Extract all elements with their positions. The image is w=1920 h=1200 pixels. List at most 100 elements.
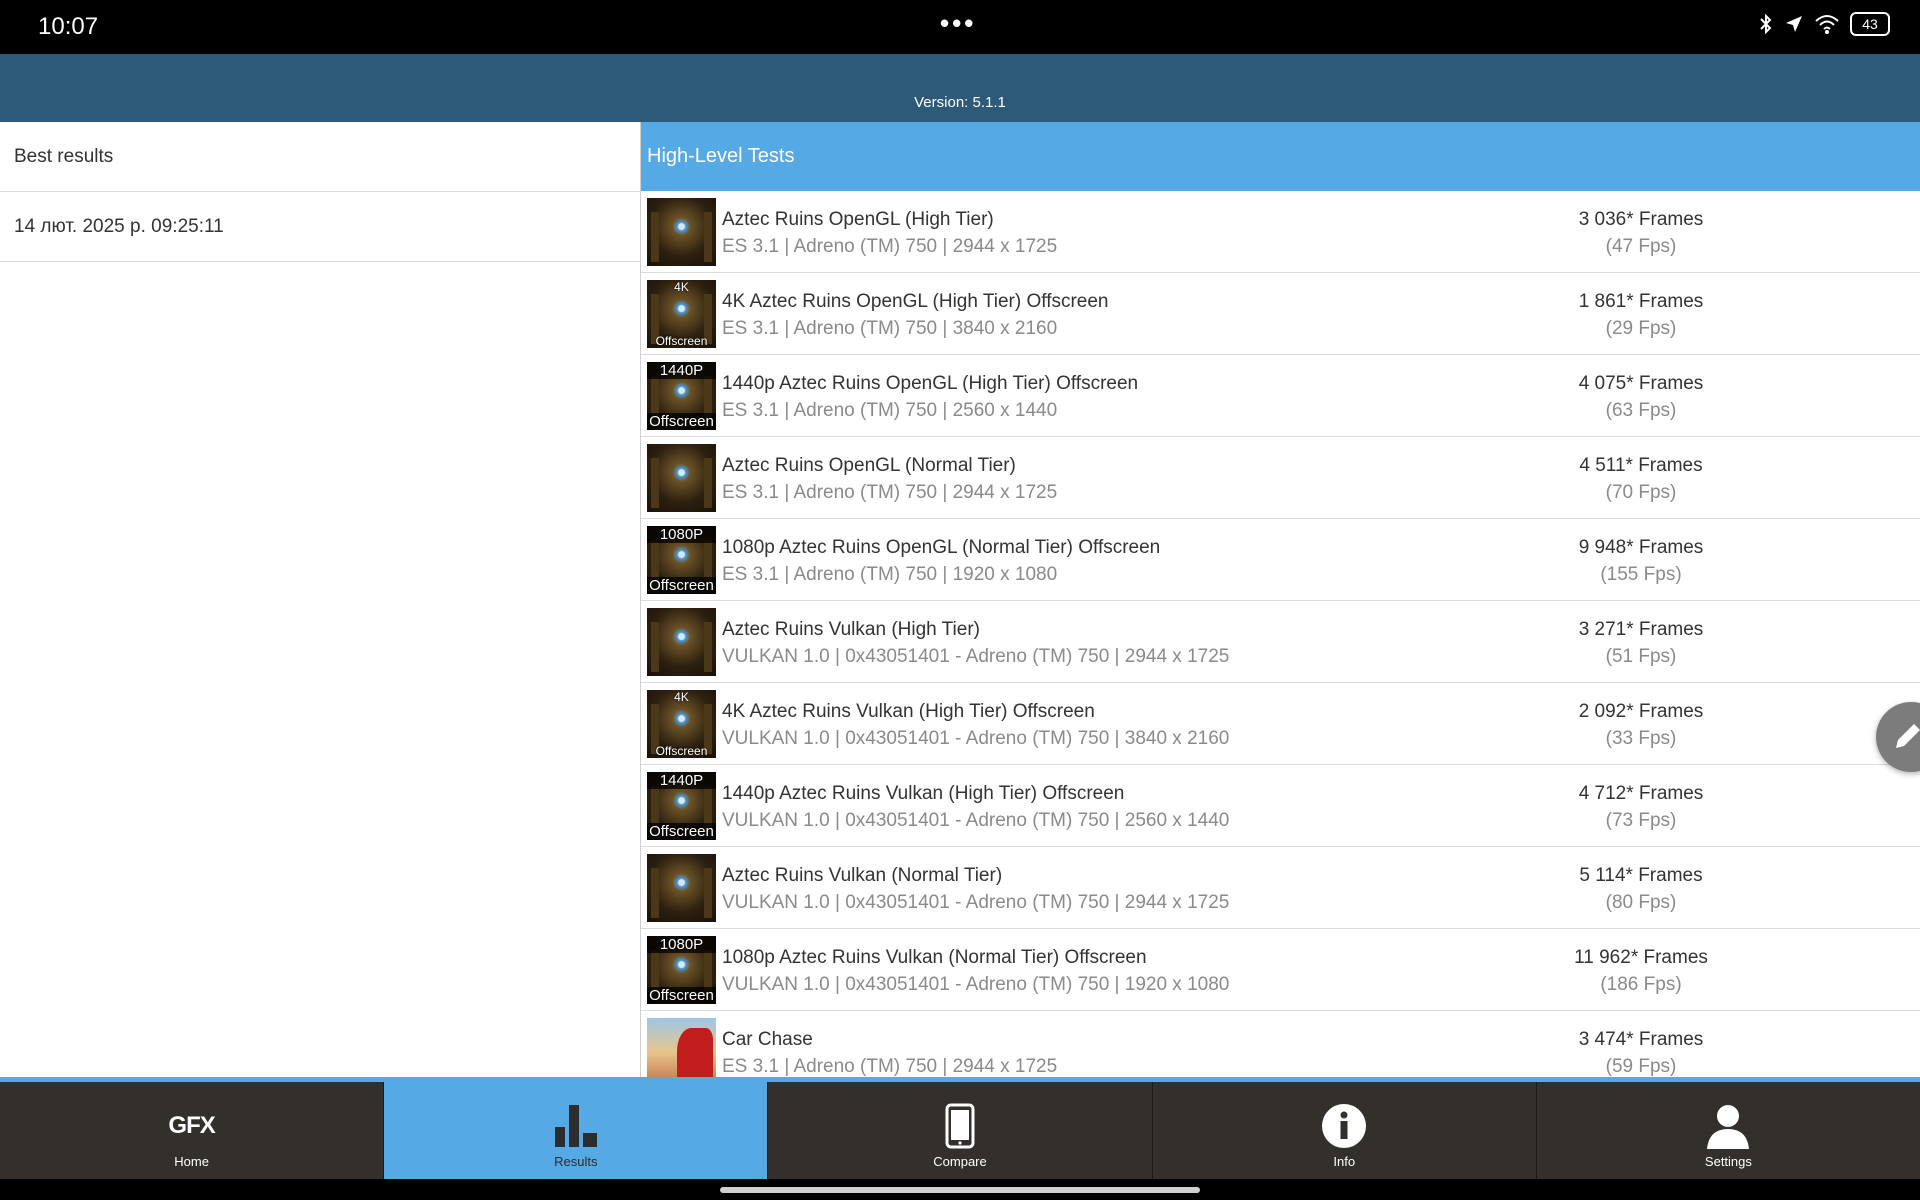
test-name: Aztec Ruins Vulkan (Normal Tier) — [722, 865, 1003, 886]
test-name: 1080p Aztec Ruins OpenGL (Normal Tier) O… — [722, 537, 1161, 558]
nav-home-label: Home — [174, 1154, 209, 1169]
test-name: 1440p Aztec Ruins OpenGL (High Tier) Off… — [722, 373, 1139, 394]
result-row[interactable]: 1440P Offscreen 1440p Aztec Ruins OpenGL (… — [641, 355, 1920, 437]
test-details: VULKAN 1.0 | 0x43051401 - Adreno (TM) 75… — [722, 974, 1230, 995]
test-fps: (155 Fps) — [1600, 564, 1682, 585]
home-indicator[interactable] — [720, 1187, 1200, 1193]
test-name: 4K Aztec Ruins Vulkan (High Tier) Offscr… — [722, 701, 1095, 722]
thumbnail-offscreen-tag: Offscreen — [647, 577, 716, 594]
test-details: VULKAN 1.0 | 0x43051401 - Adreno (TM) 75… — [722, 646, 1230, 667]
nav-settings-label: Settings — [1704, 1154, 1752, 1169]
test-fps: (73 Fps) — [1605, 810, 1677, 831]
test-fps: (70 Fps) — [1605, 482, 1677, 503]
result-row[interactable]: 4K Offscreen 4K Aztec Ruins OpenGL (High T… — [641, 273, 1920, 355]
bar-chart-icon — [554, 1105, 597, 1147]
person-icon — [1707, 1105, 1750, 1149]
nav-home[interactable]: GFX Home — [0, 1082, 385, 1179]
test-frames: 4 712* Frames — [1578, 783, 1704, 804]
test-details: VULKAN 1.0 | 0x43051401 - Adreno (TM) 75… — [722, 892, 1230, 913]
bottom-nav: GFX Home Results Compare Info Settings — [0, 1082, 1920, 1179]
test-fps: (47 Fps) — [1605, 236, 1677, 257]
status-icons: 43 — [1758, 12, 1890, 36]
wifi-icon — [1815, 15, 1839, 34]
test-fps: (63 Fps) — [1605, 400, 1677, 421]
nav-results[interactable]: Results — [384, 1082, 769, 1179]
test-details: ES 3.1 | Adreno (TM) 750 | 2944 x 1725 — [722, 236, 1058, 257]
result-row[interactable]: Aztec Ruins OpenGL (Normal Tier) ES 3.1 |… — [641, 437, 1920, 519]
result-row[interactable]: 1440P Offscreen 1440p Aztec Ruins Vulkan (… — [641, 765, 1920, 847]
test-name: 4K Aztec Ruins OpenGL (High Tier) Offscr… — [722, 291, 1109, 312]
thumbnail-resolution-tag: 1080P — [647, 936, 716, 953]
section-header: High-Level Tests — [641, 122, 1920, 191]
thumbnail-resolution-tag: 1440P — [647, 362, 716, 379]
test-name: Aztec Ruins Vulkan (High Tier) — [722, 619, 981, 640]
phone-icon — [945, 1103, 975, 1149]
test-fps: (80 Fps) — [1605, 892, 1677, 913]
result-date-item[interactable]: 14 лют. 2025 р. 09:25:11 — [0, 192, 640, 262]
thumbnail-offscreen-tag: Offscreen — [647, 413, 716, 430]
test-details: VULKAN 1.0 | 0x43051401 - Adreno (TM) 75… — [722, 728, 1230, 749]
multitask-dots[interactable]: ••• — [940, 8, 976, 39]
result-row[interactable]: Aztec Ruins OpenGL (High Tier) ES 3.1 | A… — [641, 191, 1920, 273]
status-bar: 10:07 ••• 43 — [0, 0, 1920, 54]
test-fps: (186 Fps) — [1600, 974, 1682, 995]
bluetooth-icon — [1760, 13, 1772, 35]
thumbnail-offscreen-tag: Offscreen — [647, 823, 716, 840]
test-frames: 4 075* Frames — [1578, 373, 1704, 394]
test-fps: (59 Fps) — [1605, 1056, 1677, 1077]
thumbnail-resolution-tag: 1440P — [647, 772, 716, 789]
nav-results-label: Results — [554, 1154, 598, 1169]
test-details: ES 3.1 | Adreno (TM) 750 | 2944 x 1725 — [722, 482, 1058, 503]
results-list: Aztec Ruins OpenGL (High Tier) ES 3.1 | A… — [641, 191, 1920, 1077]
test-name: 1440p Aztec Ruins Vulkan (High Tier) Off… — [722, 783, 1125, 804]
test-frames: 3 271* Frames — [1578, 619, 1704, 640]
test-frames: 3 036* Frames — [1578, 209, 1704, 230]
results-panel: High-Level Tests Aztec Ruins OpenGL (Hig… — [641, 122, 1920, 1077]
thumbnail-resolution-tag: 4K — [674, 280, 689, 294]
nav-compare[interactable]: Compare — [768, 1082, 1153, 1179]
test-details: ES 3.1 | Adreno (TM) 750 | 3840 x 2160 — [722, 318, 1058, 339]
test-thumbnail: 1080P Offscreen — [647, 936, 716, 1004]
best-results-item[interactable]: Best results — [0, 122, 640, 192]
test-fps: (29 Fps) — [1605, 318, 1677, 339]
test-thumbnail — [647, 444, 716, 512]
nav-info-label: Info — [1333, 1154, 1356, 1169]
status-time: 10:07 — [38, 13, 99, 40]
location-icon — [1786, 16, 1802, 32]
test-thumbnail: 1440P Offscreen — [647, 362, 716, 430]
info-icon — [1322, 1104, 1367, 1148]
version-label: Version: 5.1.1 — [914, 94, 1006, 111]
result-row[interactable]: 1080P Offscreen 1080p Aztec Ruins Vulkan (… — [641, 929, 1920, 1011]
test-thumbnail: 1080P Offscreen — [647, 526, 716, 594]
result-row[interactable]: Car Chase ES 3.1 | Adreno (TM) 750 | 2944… — [641, 1011, 1920, 1077]
test-thumbnail — [647, 198, 716, 266]
test-details: ES 3.1 | Adreno (TM) 750 | 2560 x 1440 — [722, 400, 1058, 421]
test-frames: 9 948* Frames — [1578, 537, 1704, 558]
thumbnail-offscreen-tag: Offscreen — [655, 744, 708, 758]
left-panel: Best results 14 лют. 2025 р. 09:25:11 — [0, 122, 640, 1077]
result-row[interactable]: Aztec Ruins Vulkan (Normal Tier) VULKAN 1… — [641, 847, 1920, 929]
thumbnail-resolution-tag: 1080P — [647, 526, 716, 543]
nav-compare-label: Compare — [933, 1154, 987, 1169]
test-details: VULKAN 1.0 | 0x43051401 - Adreno (TM) 75… — [722, 810, 1230, 831]
thumbnail-offscreen-tag: Offscreen — [655, 334, 708, 348]
result-row[interactable]: 4K Offscreen 4K Aztec Ruins Vulkan (High T… — [641, 683, 1920, 765]
test-thumbnail — [647, 854, 716, 922]
result-row[interactable]: Aztec Ruins Vulkan (High Tier) VULKAN 1.0… — [641, 601, 1920, 683]
test-thumbnail: 1440P Offscreen — [647, 772, 716, 840]
test-frames: 5 114* Frames — [1579, 865, 1703, 886]
nav-info[interactable]: Info — [1153, 1082, 1537, 1179]
test-thumbnail — [647, 608, 716, 676]
test-details: ES 3.1 | Adreno (TM) 750 | 1920 x 1080 — [722, 564, 1058, 585]
thumbnail-offscreen-tag: Offscreen — [647, 987, 716, 1004]
test-name: Aztec Ruins OpenGL (Normal Tier) — [722, 455, 1016, 476]
test-name: Aztec Ruins OpenGL (High Tier) — [722, 209, 994, 230]
app-header: Version: 5.1.1 — [0, 54, 1920, 122]
nav-settings[interactable]: Settings — [1537, 1082, 1920, 1179]
test-frames: 1 861* Frames — [1578, 291, 1704, 312]
test-name: 1080p Aztec Ruins Vulkan (Normal Tier) O… — [722, 947, 1147, 968]
test-fps: (33 Fps) — [1605, 728, 1677, 749]
gfx-logo-text: GFX — [168, 1112, 215, 1139]
result-row[interactable]: 1080P Offscreen 1080p Aztec Ruins OpenGL (… — [641, 519, 1920, 601]
test-frames: 11 962* Frames — [1574, 947, 1708, 968]
